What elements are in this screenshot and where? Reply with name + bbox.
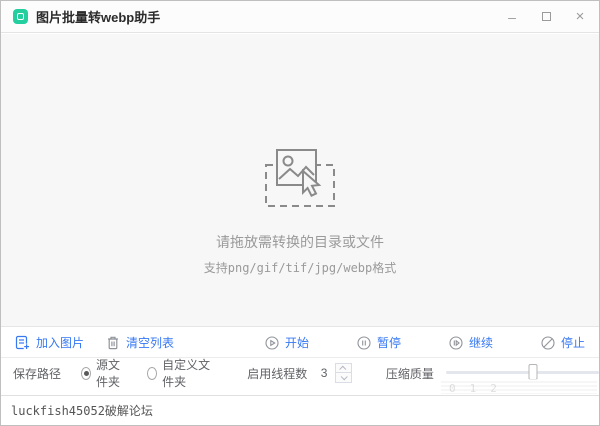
settings-bar: 保存路径 源文件夹 自定义文件夹 启用线程数 3 压缩质量 0 1 2 bbox=[1, 356, 600, 395]
add-images-button[interactable]: 加入图片 bbox=[15, 334, 84, 351]
radio-dot bbox=[83, 370, 89, 376]
resume-label: 继续 bbox=[468, 336, 493, 350]
file-drop-zone[interactable]: 请拖放需转换的目录或文件 支持png/gif/tif/jpg/webp格式 bbox=[1, 34, 599, 327]
app-logo-inner-square bbox=[17, 13, 24, 20]
chevron-up-icon bbox=[339, 365, 347, 373]
status-bar: luckfish45052破解论坛 bbox=[1, 395, 599, 425]
quality-label: 压缩质量 bbox=[385, 366, 434, 381]
source-folder-label: 源文件夹 bbox=[96, 358, 121, 389]
minimize-button[interactable]: – bbox=[505, 10, 519, 24]
supported-formats-text: 支持png/gif/tif/jpg/webp格式 bbox=[203, 261, 397, 275]
pause-button[interactable]: 暂停 bbox=[357, 334, 401, 351]
stop-button[interactable]: 停止 bbox=[541, 334, 585, 351]
radio-selected-icon bbox=[81, 366, 92, 380]
minimize-icon: – bbox=[508, 8, 516, 25]
render-artifact-stripes bbox=[441, 379, 597, 394]
radio-source-folder[interactable]: 源文件夹 bbox=[81, 356, 131, 390]
pause-circle-icon bbox=[357, 335, 371, 350]
app-window: 图片批量转webp助手 – × 请拖放需转换的目录或文件 支持png/gif/t… bbox=[0, 0, 600, 426]
resume-circle-icon bbox=[449, 335, 463, 350]
drop-hint-text: 请拖放需转换的目录或文件 bbox=[216, 234, 384, 250]
add-document-icon bbox=[15, 335, 30, 350]
save-path-label: 保存路径 bbox=[13, 366, 62, 381]
resume-button[interactable]: 继续 bbox=[449, 334, 493, 351]
add-images-label: 加入图片 bbox=[36, 336, 85, 350]
radio-custom-folder[interactable]: 自定义文件夹 bbox=[147, 356, 215, 390]
stop-label: 停止 bbox=[560, 336, 585, 350]
close-icon: × bbox=[575, 8, 585, 25]
conversion-controls: 开始 暂停 继续 停止 bbox=[265, 334, 585, 351]
custom-folder-label: 自定义文件夹 bbox=[162, 358, 211, 389]
stop-prohibit-icon bbox=[541, 335, 555, 350]
title-bar: 图片批量转webp助手 – × bbox=[1, 1, 599, 33]
clear-list-button[interactable]: 清空列表 bbox=[106, 334, 174, 351]
clear-list-label: 清空列表 bbox=[126, 336, 175, 350]
thread-count-stepper bbox=[334, 363, 352, 383]
action-toolbar: 加入图片 清空列表 开始 暂停 继续 停止 bbox=[1, 328, 599, 358]
maximize-button[interactable] bbox=[539, 10, 553, 24]
chevron-down-icon bbox=[340, 373, 348, 381]
app-logo-icon bbox=[13, 9, 28, 24]
thread-count-value: 3 bbox=[320, 366, 328, 380]
start-button[interactable]: 开始 bbox=[265, 334, 309, 351]
trash-icon bbox=[106, 335, 120, 350]
maximize-icon bbox=[541, 12, 551, 21]
radio-unselected-icon bbox=[147, 366, 158, 380]
close-button[interactable]: × bbox=[573, 8, 587, 25]
thread-count-label: 启用线程数 bbox=[247, 366, 308, 381]
window-controls: – × bbox=[505, 8, 587, 25]
stepper-down-button[interactable] bbox=[334, 373, 352, 383]
stepper-up-button[interactable] bbox=[334, 363, 352, 373]
pause-label: 暂停 bbox=[376, 336, 401, 350]
image-drop-icon bbox=[261, 148, 339, 208]
window-title: 图片批量转webp助手 bbox=[36, 10, 161, 25]
start-label: 开始 bbox=[284, 336, 309, 350]
slider-track bbox=[445, 371, 600, 374]
status-text: luckfish45052破解论坛 bbox=[11, 404, 153, 418]
slider-handle[interactable] bbox=[528, 364, 538, 380]
play-circle-icon bbox=[265, 335, 279, 350]
